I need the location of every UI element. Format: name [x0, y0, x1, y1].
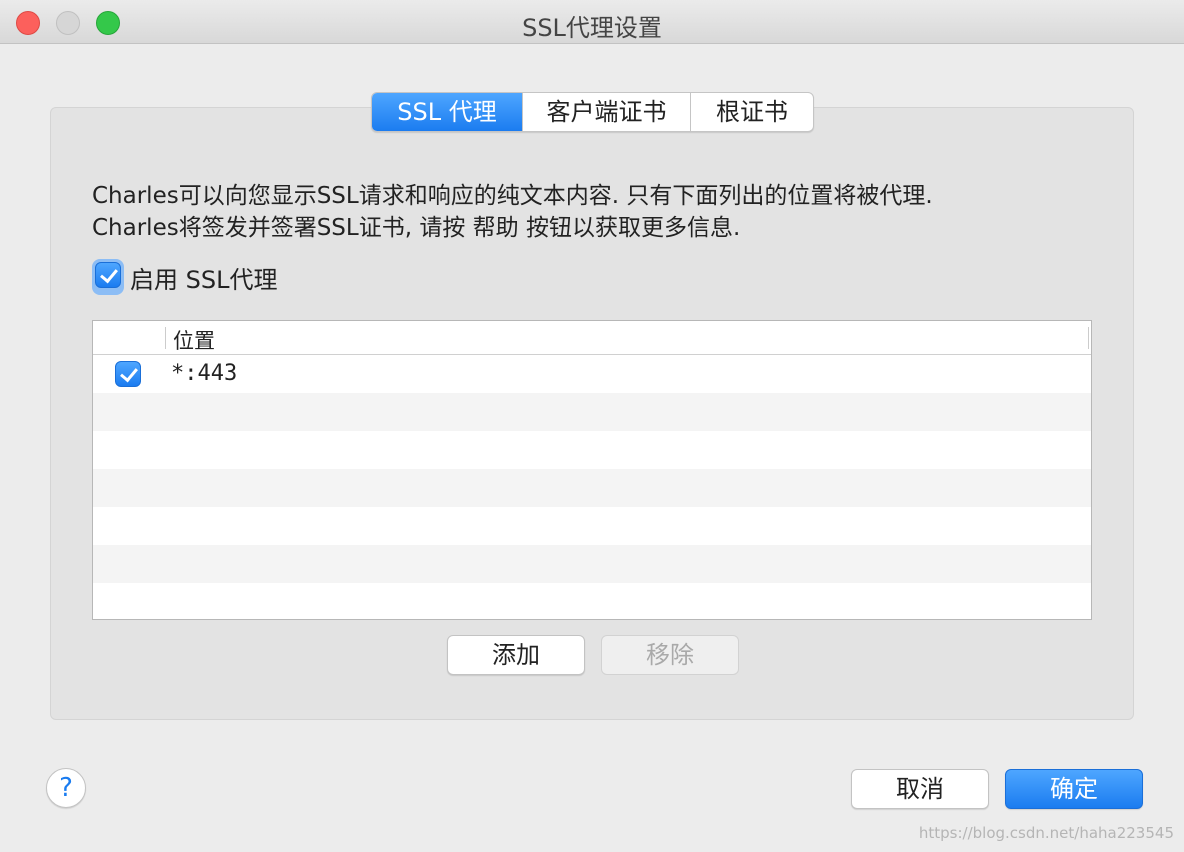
table-header: 位置 [93, 321, 1091, 355]
description-line-2: Charles将签发并签署SSL证书, 请按 帮助 按钮以获取更多信息. [92, 215, 741, 241]
row-location-cell: *:443 [171, 361, 238, 386]
ssl-proxy-settings-window: SSL代理设置 SSL 代理 客户端证书 根证书 Charles可以向您显示SS… [0, 0, 1184, 852]
location-column-header[interactable]: 位置 [173, 325, 215, 355]
empty-table-row [93, 393, 1091, 431]
window-title: SSL代理设置 [522, 14, 662, 42]
enable-ssl-proxy-focus-ring [92, 259, 124, 295]
tab-client-certificates[interactable]: 客户端证书 [523, 93, 691, 131]
table-row[interactable]: *:443 [93, 355, 1091, 393]
tab-root-certificate[interactable]: 根证书 [691, 93, 813, 131]
description-text: Charles可以向您显示SSL请求和响应的纯文本内容. 只有下面列出的位置将被… [92, 180, 1092, 244]
empty-table-row [93, 583, 1091, 619]
watermark-text: https://blog.csdn.net/haha223545 [918, 824, 1174, 842]
enable-ssl-proxy-row[interactable]: 启用 SSL代理 [92, 259, 277, 295]
tab-ssl-proxy[interactable]: SSL 代理 [372, 93, 523, 131]
description-line-1: Charles可以向您显示SSL请求和响应的纯文本内容. 只有下面列出的位置将被… [92, 183, 933, 209]
remove-button[interactable]: 移除 [601, 635, 739, 675]
row-enabled-checkbox[interactable] [115, 361, 141, 387]
ok-button[interactable]: 确定 [1005, 769, 1143, 809]
empty-table-row [93, 431, 1091, 469]
enable-ssl-proxy-label[interactable]: 启用 SSL代理 [130, 260, 277, 295]
add-button[interactable]: 添加 [447, 635, 585, 675]
column-divider[interactable] [165, 327, 166, 349]
empty-table-row [93, 545, 1091, 583]
enable-ssl-proxy-checkbox[interactable] [95, 262, 121, 288]
empty-table-row [93, 507, 1091, 545]
cancel-button[interactable]: 取消 [851, 769, 989, 809]
column-divider[interactable] [1088, 327, 1089, 349]
title-bar[interactable]: SSL代理设置 [0, 0, 1184, 44]
locations-table[interactable]: 位置 *:443 [92, 320, 1092, 620]
empty-table-row [93, 469, 1091, 507]
help-button[interactable]: ? [46, 768, 86, 808]
tab-bar: SSL 代理 客户端证书 根证书 [371, 92, 814, 132]
